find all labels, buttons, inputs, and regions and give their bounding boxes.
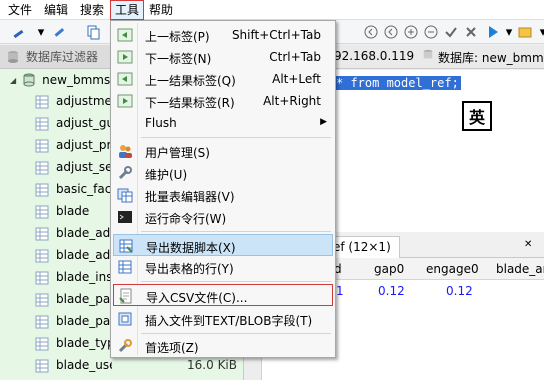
host-db-icon xyxy=(422,49,434,64)
host-database-label[interactable]: 数据库: new_bmms xyxy=(438,49,544,66)
menu-item-bulk-table-editor[interactable]: 批量表编辑器(V) xyxy=(113,184,333,206)
menu-item-export-data-script[interactable]: 导出数据脚本(X) xyxy=(113,234,333,256)
connect-icon[interactable] xyxy=(10,23,28,41)
nav-first-icon[interactable] xyxy=(362,23,380,41)
table-icon xyxy=(35,161,49,175)
collapse-arrow-icon[interactable]: ◢ xyxy=(10,76,16,85)
table-icon xyxy=(35,117,49,131)
table-icon xyxy=(35,95,49,109)
table-name: blade_adj xyxy=(56,226,112,240)
remove-row-icon[interactable] xyxy=(422,23,440,41)
menu-separator xyxy=(141,231,331,232)
export-rows-icon xyxy=(117,259,133,275)
cancel-icon[interactable] xyxy=(462,23,480,41)
table-icon xyxy=(35,337,49,351)
table-name: blade xyxy=(56,204,90,218)
table-name: adjust_se xyxy=(56,160,112,174)
table-name: blade_adj xyxy=(56,248,112,262)
table-icon xyxy=(35,139,49,153)
table-icon xyxy=(35,249,49,263)
table-size: 16.0 KiB xyxy=(187,358,237,372)
menu-item-preferences[interactable]: 首选项(Z) xyxy=(113,335,333,357)
column-header[interactable]: engage0 xyxy=(426,262,479,276)
table-icon xyxy=(35,271,49,285)
menu-item-user-management[interactable]: 用户管理(S) xyxy=(113,140,333,162)
menu-item-next-result-tab[interactable]: 下一结果标签(R) Alt+Right xyxy=(113,90,333,112)
tab-close-icon[interactable]: ✕ xyxy=(524,239,532,250)
menu-item-insert-file-blob[interactable]: 插入文件到TEXT/BLOB字段(T) xyxy=(113,308,333,330)
menu-tools[interactable]: 工具 xyxy=(110,0,145,20)
table-icon xyxy=(35,227,49,241)
import-csv-icon xyxy=(118,288,134,304)
database-name: new_bmms xyxy=(42,73,111,87)
menu-item-next-tab[interactable]: 下一标签(N) Ctrl+Tab xyxy=(113,46,333,68)
next-result-tab-icon xyxy=(117,93,133,109)
table-name: blade_pa xyxy=(56,314,111,328)
table-icon xyxy=(35,205,49,219)
tools-menu: 上一标签(P) Shift+Ctrl+Tab 下一标签(N) Ctrl+Tab … xyxy=(110,20,336,358)
menu-help[interactable]: 帮助 xyxy=(145,0,177,20)
menu-separator xyxy=(141,281,331,282)
menu-separator xyxy=(141,137,331,138)
table-name: adjust_gu xyxy=(56,116,112,130)
grid-cell[interactable]: 1 xyxy=(336,284,344,298)
ime-indicator: 英 xyxy=(462,101,492,131)
export-script-icon xyxy=(118,238,134,254)
nav-prev-icon[interactable] xyxy=(382,23,400,41)
submenu-arrow-icon: ▶ xyxy=(320,117,327,127)
column-header[interactable]: gap0 xyxy=(374,262,404,276)
menu-item-prev-result-tab[interactable]: 上一结果标签(Q) Alt+Left xyxy=(113,68,333,90)
dropdown-arrow-icon[interactable]: ▾ xyxy=(32,23,50,41)
table-name: basic_fac xyxy=(56,182,112,196)
disconnect-icon[interactable] xyxy=(50,23,68,41)
grid-cell[interactable]: 0.12 xyxy=(378,284,405,298)
insert-file-icon xyxy=(117,311,133,327)
explain-icon[interactable] xyxy=(516,23,534,41)
table-icon xyxy=(35,183,49,197)
grid-cell[interactable]: 0.12 xyxy=(446,284,473,298)
host-address[interactable]: 92.168.0.119 xyxy=(334,49,414,63)
table-list-item[interactable]: blade_use 16.0 KiB xyxy=(0,355,243,377)
database-icon xyxy=(23,73,35,87)
terminal-icon xyxy=(117,209,133,225)
menu-file[interactable]: 文件 xyxy=(4,0,36,20)
table-name: adjustme xyxy=(56,94,112,108)
table-icon xyxy=(35,293,49,307)
menu-separator xyxy=(141,333,331,334)
menu-item-export-table-rows[interactable]: 导出表格的行(Y) xyxy=(113,256,333,278)
preferences-icon xyxy=(117,338,133,354)
next-tab-icon xyxy=(117,49,133,65)
add-row-icon[interactable] xyxy=(402,23,420,41)
menu-item-maintenance[interactable]: 维护(U) xyxy=(113,162,333,184)
prev-tab-icon xyxy=(117,27,133,43)
menu-edit[interactable]: 编辑 xyxy=(40,0,72,20)
menubar: 文件 编辑 搜索 工具 帮助 xyxy=(0,0,544,20)
users-icon xyxy=(117,143,133,159)
filter-database-icon xyxy=(8,50,18,63)
table-name: blade_pa xyxy=(56,292,111,306)
table-icon xyxy=(35,315,49,329)
selected-query-text[interactable]: * from model_ref; xyxy=(334,76,461,90)
menu-item-flush[interactable]: Flush ▶ xyxy=(113,112,333,134)
table-editor-icon xyxy=(117,187,133,203)
explain-dropdown-icon[interactable]: ▾ xyxy=(534,23,544,41)
menu-search[interactable]: 搜索 xyxy=(76,0,108,20)
table-name: blade_typ xyxy=(56,336,112,350)
menu-item-run-command-line[interactable]: 运行命令行(W) xyxy=(113,206,333,228)
apply-icon[interactable] xyxy=(442,23,460,41)
copy-icon[interactable] xyxy=(84,23,102,41)
wrench-icon xyxy=(117,165,133,181)
table-name: adjust_pr xyxy=(56,138,112,152)
column-header[interactable]: blade_ang xyxy=(496,262,544,276)
prev-result-tab-icon xyxy=(117,71,133,87)
menu-item-import-csv[interactable]: 导入CSV文件(C)... xyxy=(113,284,333,306)
database-filter-label: 数据库过滤器 xyxy=(26,50,99,64)
menu-item-prev-tab[interactable]: 上一标签(P) Shift+Ctrl+Tab xyxy=(113,24,333,46)
table-name: blade_ins xyxy=(56,270,112,284)
table-icon xyxy=(35,359,49,373)
table-name: blade_use xyxy=(56,358,112,372)
